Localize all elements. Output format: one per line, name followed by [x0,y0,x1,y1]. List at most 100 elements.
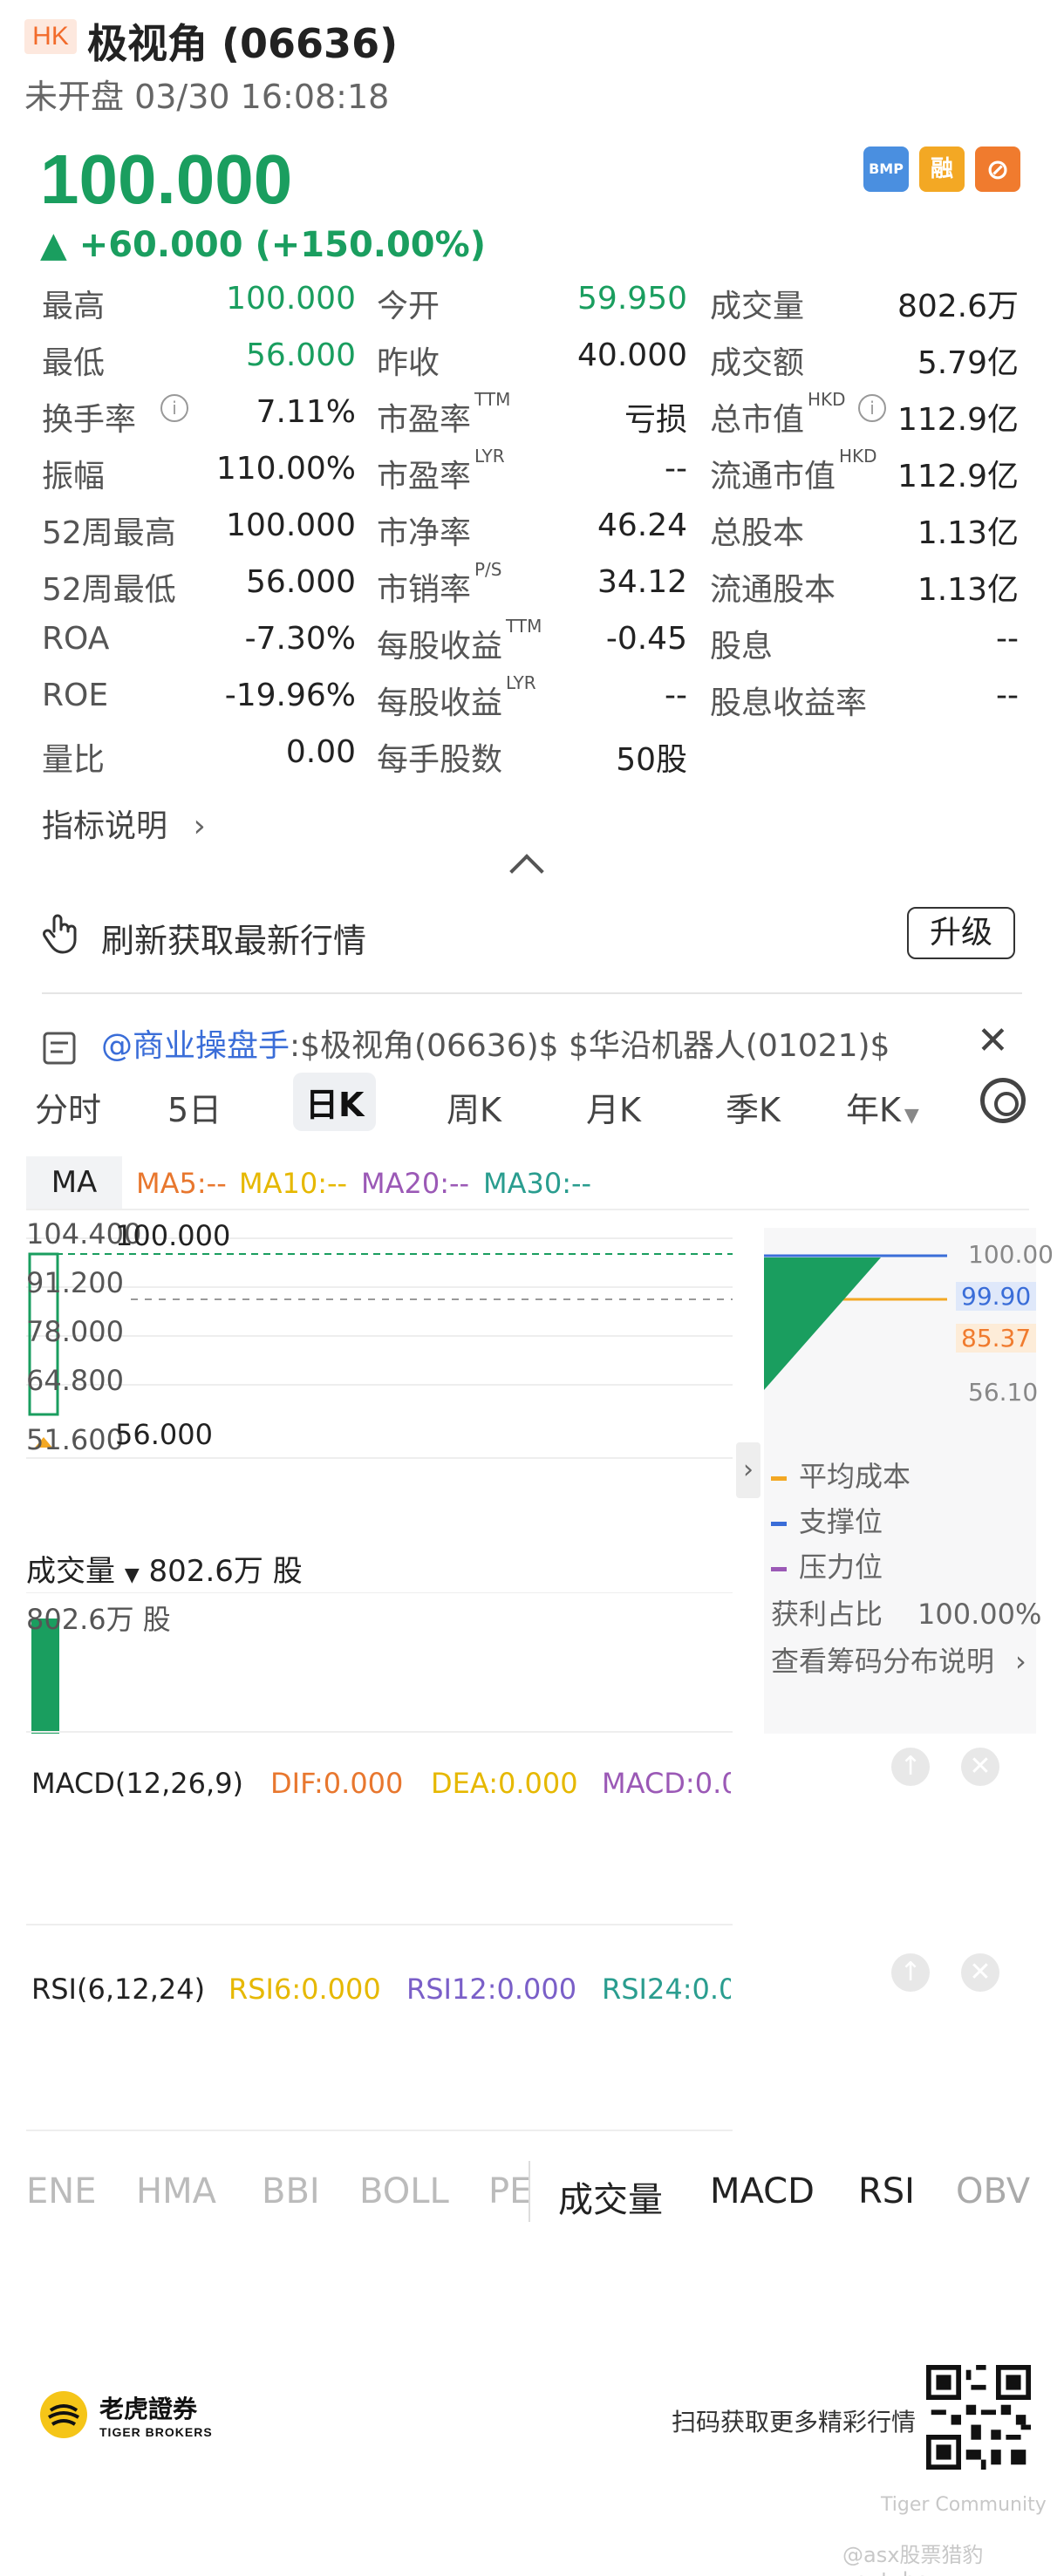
stat-label: 量比 [42,742,106,778]
indicator-tab-boll[interactable]: BOLL [359,2171,449,2211]
stat-label: 最高 [42,289,106,324]
stat-value: -- [996,678,1019,713]
brand-name-en: TIGER BROKERS [99,2425,213,2439]
volume-header[interactable]: 成交量 ▼ 802.6万 股 [26,1547,303,1590]
stat-label: 昨收 [377,345,440,381]
chevron-right-icon: › [1015,1645,1026,1678]
chevron-right-icon: › [193,808,206,844]
tab-weekly-k[interactable]: 周K [447,1083,501,1131]
chip-area [764,1257,881,1390]
stat-label: 股息收益率 [710,685,868,721]
macd-value: MACD:0.0 [602,1767,731,1800]
stat-value: 50股 [616,742,687,778]
tab-yearly-k-label: 年K [846,1091,901,1129]
bmp-badge[interactable]: BMP [863,147,909,192]
pin-top-icon[interactable]: ↑ [891,1953,930,1992]
stat-value: 1.13亿 [917,515,1019,551]
close-icon[interactable]: ✕ [961,1953,999,1992]
stat-label: 每股收益 [377,629,503,664]
indicator-tab-macd[interactable]: MACD [710,2171,815,2211]
ma20-value: MA20:-- [361,1167,470,1200]
stat-label: ROE [42,678,109,713]
stat-label: 流通市值 [710,459,836,494]
stats-row: ROA -7.30% 每股收益 TTM -0.45 股息 -- [0,616,1064,677]
indicator-explain-link[interactable]: 指标说明 › [42,801,206,846]
stat-label: 每股收益 [377,685,503,721]
legend-swatch [771,1475,787,1481]
stat-label: 今开 [377,289,440,324]
volume-label: 成交量 [26,1554,115,1589]
close-icon[interactable]: ✕ [961,1748,999,1786]
stat-value: -- [665,451,687,487]
market-status: 未开盘 03/30 16:08:18 [24,78,390,116]
stat-value: -19.96% [224,678,356,713]
indicator-tab-hma[interactable]: HMA [136,2171,216,2211]
stat-label-suffix: TTM [474,389,511,410]
pin-top-icon[interactable]: ↑ [891,1748,930,1786]
stat-value: 100.000 [226,281,356,317]
last-price: 100.000 [40,140,293,218]
margin-badge[interactable]: 融 [919,147,965,192]
tab-quarterly-k[interactable]: 季K [726,1083,781,1131]
settings-icon[interactable] [980,1078,1026,1123]
indicator-tab-volume[interactable]: 成交量 [558,2171,663,2222]
dropdown-icon: ▼ [124,1564,140,1586]
stats-row: 最高 100.000 今开 59.950 成交量 802.6万 [0,281,1064,337]
tab-yearly-k[interactable]: 年K ▼ [846,1083,919,1131]
chevron-up-icon[interactable] [509,854,544,889]
stats-row: 最低 56.000 昨收 40.000 成交额 5.79亿 [0,337,1064,393]
indicator-tab-rsi[interactable]: RSI [858,2171,915,2211]
chip-explain-link[interactable]: 查看筹码分布说明 › [771,1639,1026,1680]
ma-button[interactable]: MA [26,1156,122,1209]
upgrade-button[interactable]: 升级 [907,907,1015,959]
support-level: 99.90 [956,1282,1037,1311]
chevron-right-icon[interactable]: › [736,1442,760,1498]
indicator-tab-pe[interactable]: PE [488,2171,529,2211]
tab-intraday[interactable]: 分时 [35,1083,101,1131]
price-axis-label: 78.000 [26,1315,124,1348]
brand-name: 老虎證券 [99,2395,198,2423]
indicator-tab-bbi[interactable]: BBI [262,2171,320,2211]
feature-badges: BMP 融 ⊘ [863,147,1020,192]
stock-title: 极视角 (06636) [87,20,399,67]
stat-label: 总市值 [710,402,805,438]
divider [26,1924,733,1925]
stat-label-suffix: P/S [474,559,502,580]
rsi6-value: RSI6:0.000 [228,1973,381,2006]
close-icon[interactable]: ✕ [977,1019,1009,1063]
profit-ratio-value: 100.00% [917,1598,1042,1631]
stat-label: 52周最低 [42,572,176,608]
indicator-tab-ene[interactable]: ENE [26,2171,96,2211]
note-icon [43,1032,76,1065]
stat-label-suffix: LYR [474,446,505,467]
stats-row: 52周最高 100.000 市净率 46.24 总股本 1.13亿 [0,508,1064,563]
stat-value: -- [665,678,687,713]
watermark: Tiger Community [881,2494,1047,2516]
pressure-level: 85.37 [956,1324,1037,1353]
stat-label: 市销率 [377,572,472,608]
short-icon[interactable]: ⊘ [975,147,1020,192]
volume-bar-label: 802.6万 股 [26,1603,171,1636]
divider [529,2161,530,2222]
qr-code-icon [926,2365,1031,2470]
stat-label: 市净率 [377,515,472,551]
tab-5day[interactable]: 5日 [167,1083,222,1131]
rsi24-value: RSI24:0.0 [602,1973,731,2006]
stat-label-suffix: HKD [839,446,877,467]
stat-value: 46.24 [597,508,687,543]
stat-value: 34.12 [597,564,687,600]
market-badge: HK [24,19,77,54]
stat-value: 40.000 [577,337,687,373]
stat-label: 成交额 [710,345,805,381]
tab-daily-k[interactable]: 日K [293,1073,377,1131]
refresh-text[interactable]: 刷新获取最新行情 [101,914,366,962]
broker-logo: 老虎證券 TIGER BROKERS [38,2389,213,2440]
stat-value: 802.6万 [897,289,1019,324]
tab-monthly-k[interactable]: 月K [586,1083,641,1131]
indicator-tab-obv[interactable]: OBV [956,2171,1030,2211]
stat-value: 100.000 [226,508,356,543]
price-axis-label: 64.800 [26,1364,124,1397]
news-ticker[interactable]: @商业操盘手:$极视角(06636)$ $华沿机器人(01021)$ [101,1020,1026,1069]
stat-label: 成交量 [710,289,805,324]
news-author[interactable]: @商业操盘手 [101,1028,290,1064]
